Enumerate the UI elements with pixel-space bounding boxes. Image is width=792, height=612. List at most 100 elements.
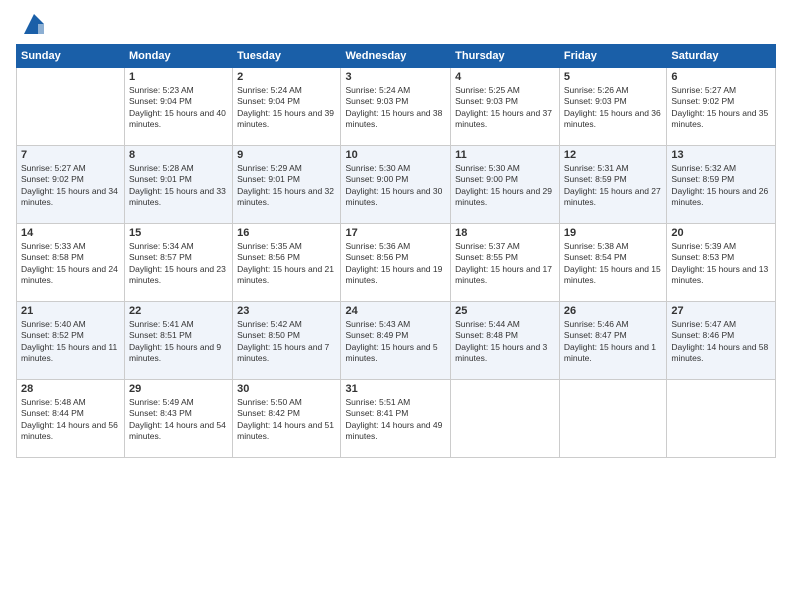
calendar-day-cell: 4 Sunrise: 5:25 AM Sunset: 9:03 PM Daylig… <box>451 68 560 146</box>
day-info: Sunrise: 5:24 AM Sunset: 9:04 PM Dayligh… <box>237 85 336 131</box>
day-number: 23 <box>237 305 336 317</box>
calendar-day-cell: 6 Sunrise: 5:27 AM Sunset: 9:02 PM Daylig… <box>667 68 776 146</box>
calendar-week-row: 7 Sunrise: 5:27 AM Sunset: 9:02 PM Daylig… <box>17 146 776 224</box>
day-number: 17 <box>345 227 446 239</box>
calendar-day-cell: 31 Sunrise: 5:51 AM Sunset: 8:41 PM Dayli… <box>341 380 451 458</box>
day-number: 19 <box>564 227 662 239</box>
day-info: Sunrise: 5:49 AM Sunset: 8:43 PM Dayligh… <box>129 397 228 443</box>
day-number: 20 <box>671 227 771 239</box>
day-info: Sunrise: 5:24 AM Sunset: 9:03 PM Dayligh… <box>345 85 446 131</box>
calendar-day-cell: 16 Sunrise: 5:35 AM Sunset: 8:56 PM Dayli… <box>233 224 341 302</box>
calendar-day-cell: 29 Sunrise: 5:49 AM Sunset: 8:43 PM Dayli… <box>125 380 233 458</box>
calendar-day-cell: 18 Sunrise: 5:37 AM Sunset: 8:55 PM Dayli… <box>451 224 560 302</box>
day-info: Sunrise: 5:28 AM Sunset: 9:01 PM Dayligh… <box>129 163 228 209</box>
day-number: 1 <box>129 71 228 83</box>
day-number: 6 <box>671 71 771 83</box>
day-info: Sunrise: 5:44 AM Sunset: 8:48 PM Dayligh… <box>455 319 555 365</box>
calendar-day-cell: 15 Sunrise: 5:34 AM Sunset: 8:57 PM Dayli… <box>125 224 233 302</box>
day-info: Sunrise: 5:31 AM Sunset: 8:59 PM Dayligh… <box>564 163 662 209</box>
day-number: 30 <box>237 383 336 395</box>
calendar-day-cell: 1 Sunrise: 5:23 AM Sunset: 9:04 PM Daylig… <box>125 68 233 146</box>
day-info: Sunrise: 5:50 AM Sunset: 8:42 PM Dayligh… <box>237 397 336 443</box>
day-number: 28 <box>21 383 120 395</box>
day-number: 10 <box>345 149 446 161</box>
calendar-day-cell: 12 Sunrise: 5:31 AM Sunset: 8:59 PM Dayli… <box>559 146 666 224</box>
day-info: Sunrise: 5:36 AM Sunset: 8:56 PM Dayligh… <box>345 241 446 287</box>
calendar-day-cell: 25 Sunrise: 5:44 AM Sunset: 8:48 PM Dayli… <box>451 302 560 380</box>
day-info: Sunrise: 5:40 AM Sunset: 8:52 PM Dayligh… <box>21 319 120 365</box>
calendar-day-cell: 17 Sunrise: 5:36 AM Sunset: 8:56 PM Dayli… <box>341 224 451 302</box>
day-info: Sunrise: 5:47 AM Sunset: 8:46 PM Dayligh… <box>671 319 771 365</box>
header-monday: Monday <box>125 45 233 68</box>
day-number: 7 <box>21 149 120 161</box>
day-number: 21 <box>21 305 120 317</box>
day-info: Sunrise: 5:48 AM Sunset: 8:44 PM Dayligh… <box>21 397 120 443</box>
calendar-day-cell: 14Sunrise: 5:33 AM Sunset: 8:58 PM Dayli… <box>17 224 125 302</box>
page: Sunday Monday Tuesday Wednesday Thursday… <box>0 0 792 612</box>
calendar-day-cell: 9Sunrise: 5:29 AM Sunset: 9:01 PM Daylig… <box>233 146 341 224</box>
calendar-day-cell: 10Sunrise: 5:30 AM Sunset: 9:00 PM Dayli… <box>341 146 451 224</box>
calendar-day-cell: 5Sunrise: 5:26 AM Sunset: 9:03 PM Daylig… <box>559 68 666 146</box>
day-info: Sunrise: 5:35 AM Sunset: 8:56 PM Dayligh… <box>237 241 336 287</box>
day-info: Sunrise: 5:27 AM Sunset: 9:02 PM Dayligh… <box>671 85 771 131</box>
calendar-day-cell: 22Sunrise: 5:41 AM Sunset: 8:51 PM Dayli… <box>125 302 233 380</box>
header-saturday: Saturday <box>667 45 776 68</box>
day-number: 16 <box>237 227 336 239</box>
calendar-day-cell: 19Sunrise: 5:38 AM Sunset: 8:54 PM Dayli… <box>559 224 666 302</box>
day-info: Sunrise: 5:39 AM Sunset: 8:53 PM Dayligh… <box>671 241 771 287</box>
calendar-week-row: 14Sunrise: 5:33 AM Sunset: 8:58 PM Dayli… <box>17 224 776 302</box>
calendar-day-cell: 27 Sunrise: 5:47 AM Sunset: 8:46 PM Dayli… <box>667 302 776 380</box>
calendar-day-cell: 7 Sunrise: 5:27 AM Sunset: 9:02 PM Daylig… <box>17 146 125 224</box>
day-info: Sunrise: 5:26 AM Sunset: 9:03 PM Dayligh… <box>564 85 662 131</box>
day-number: 25 <box>455 305 555 317</box>
header-sunday: Sunday <box>17 45 125 68</box>
day-info: Sunrise: 5:34 AM Sunset: 8:57 PM Dayligh… <box>129 241 228 287</box>
day-number: 26 <box>564 305 662 317</box>
calendar-day-cell <box>667 380 776 458</box>
day-number: 18 <box>455 227 555 239</box>
calendar-week-row: 28 Sunrise: 5:48 AM Sunset: 8:44 PM Dayli… <box>17 380 776 458</box>
calendar-day-cell: 26 Sunrise: 5:46 AM Sunset: 8:47 PM Dayli… <box>559 302 666 380</box>
header-thursday: Thursday <box>451 45 560 68</box>
calendar-day-cell: 11 Sunrise: 5:30 AM Sunset: 9:00 PM Dayli… <box>451 146 560 224</box>
calendar-day-cell: 8Sunrise: 5:28 AM Sunset: 9:01 PM Daylig… <box>125 146 233 224</box>
day-number: 31 <box>345 383 446 395</box>
day-info: Sunrise: 5:25 AM Sunset: 9:03 PM Dayligh… <box>455 85 555 131</box>
day-number: 11 <box>455 149 555 161</box>
day-info: Sunrise: 5:42 AM Sunset: 8:50 PM Dayligh… <box>237 319 336 365</box>
header-friday: Friday <box>559 45 666 68</box>
calendar-day-cell: 13Sunrise: 5:32 AM Sunset: 8:59 PM Dayli… <box>667 146 776 224</box>
header-wednesday: Wednesday <box>341 45 451 68</box>
calendar-table: Sunday Monday Tuesday Wednesday Thursday… <box>16 44 776 458</box>
calendar-day-cell <box>17 68 125 146</box>
day-number: 3 <box>345 71 446 83</box>
day-number: 9 <box>237 149 336 161</box>
calendar-day-cell: 20 Sunrise: 5:39 AM Sunset: 8:53 PM Dayli… <box>667 224 776 302</box>
day-info: Sunrise: 5:37 AM Sunset: 8:55 PM Dayligh… <box>455 241 555 287</box>
calendar-day-cell: 30 Sunrise: 5:50 AM Sunset: 8:42 PM Dayli… <box>233 380 341 458</box>
calendar-day-cell <box>559 380 666 458</box>
calendar-header-row: Sunday Monday Tuesday Wednesday Thursday… <box>17 45 776 68</box>
header-tuesday: Tuesday <box>233 45 341 68</box>
day-number: 4 <box>455 71 555 83</box>
calendar-day-cell: 3 Sunrise: 5:24 AM Sunset: 9:03 PM Daylig… <box>341 68 451 146</box>
day-number: 22 <box>129 305 228 317</box>
day-number: 12 <box>564 149 662 161</box>
calendar-day-cell: 2 Sunrise: 5:24 AM Sunset: 9:04 PM Daylig… <box>233 68 341 146</box>
calendar-day-cell: 21 Sunrise: 5:40 AM Sunset: 8:52 PM Dayli… <box>17 302 125 380</box>
day-number: 29 <box>129 383 228 395</box>
day-info: Sunrise: 5:46 AM Sunset: 8:47 PM Dayligh… <box>564 319 662 365</box>
day-info: Sunrise: 5:23 AM Sunset: 9:04 PM Dayligh… <box>129 85 228 131</box>
logo <box>16 10 48 38</box>
day-info: Sunrise: 5:30 AM Sunset: 9:00 PM Dayligh… <box>455 163 555 209</box>
day-info: Sunrise: 5:27 AM Sunset: 9:02 PM Dayligh… <box>21 163 120 209</box>
day-number: 2 <box>237 71 336 83</box>
calendar-day-cell: 28 Sunrise: 5:48 AM Sunset: 8:44 PM Dayli… <box>17 380 125 458</box>
day-number: 15 <box>129 227 228 239</box>
day-number: 27 <box>671 305 771 317</box>
calendar-day-cell <box>451 380 560 458</box>
calendar-week-row: 21 Sunrise: 5:40 AM Sunset: 8:52 PM Dayli… <box>17 302 776 380</box>
day-info: Sunrise: 5:51 AM Sunset: 8:41 PM Dayligh… <box>345 397 446 443</box>
calendar-day-cell: 24Sunrise: 5:43 AM Sunset: 8:49 PM Dayli… <box>341 302 451 380</box>
header <box>16 10 776 38</box>
